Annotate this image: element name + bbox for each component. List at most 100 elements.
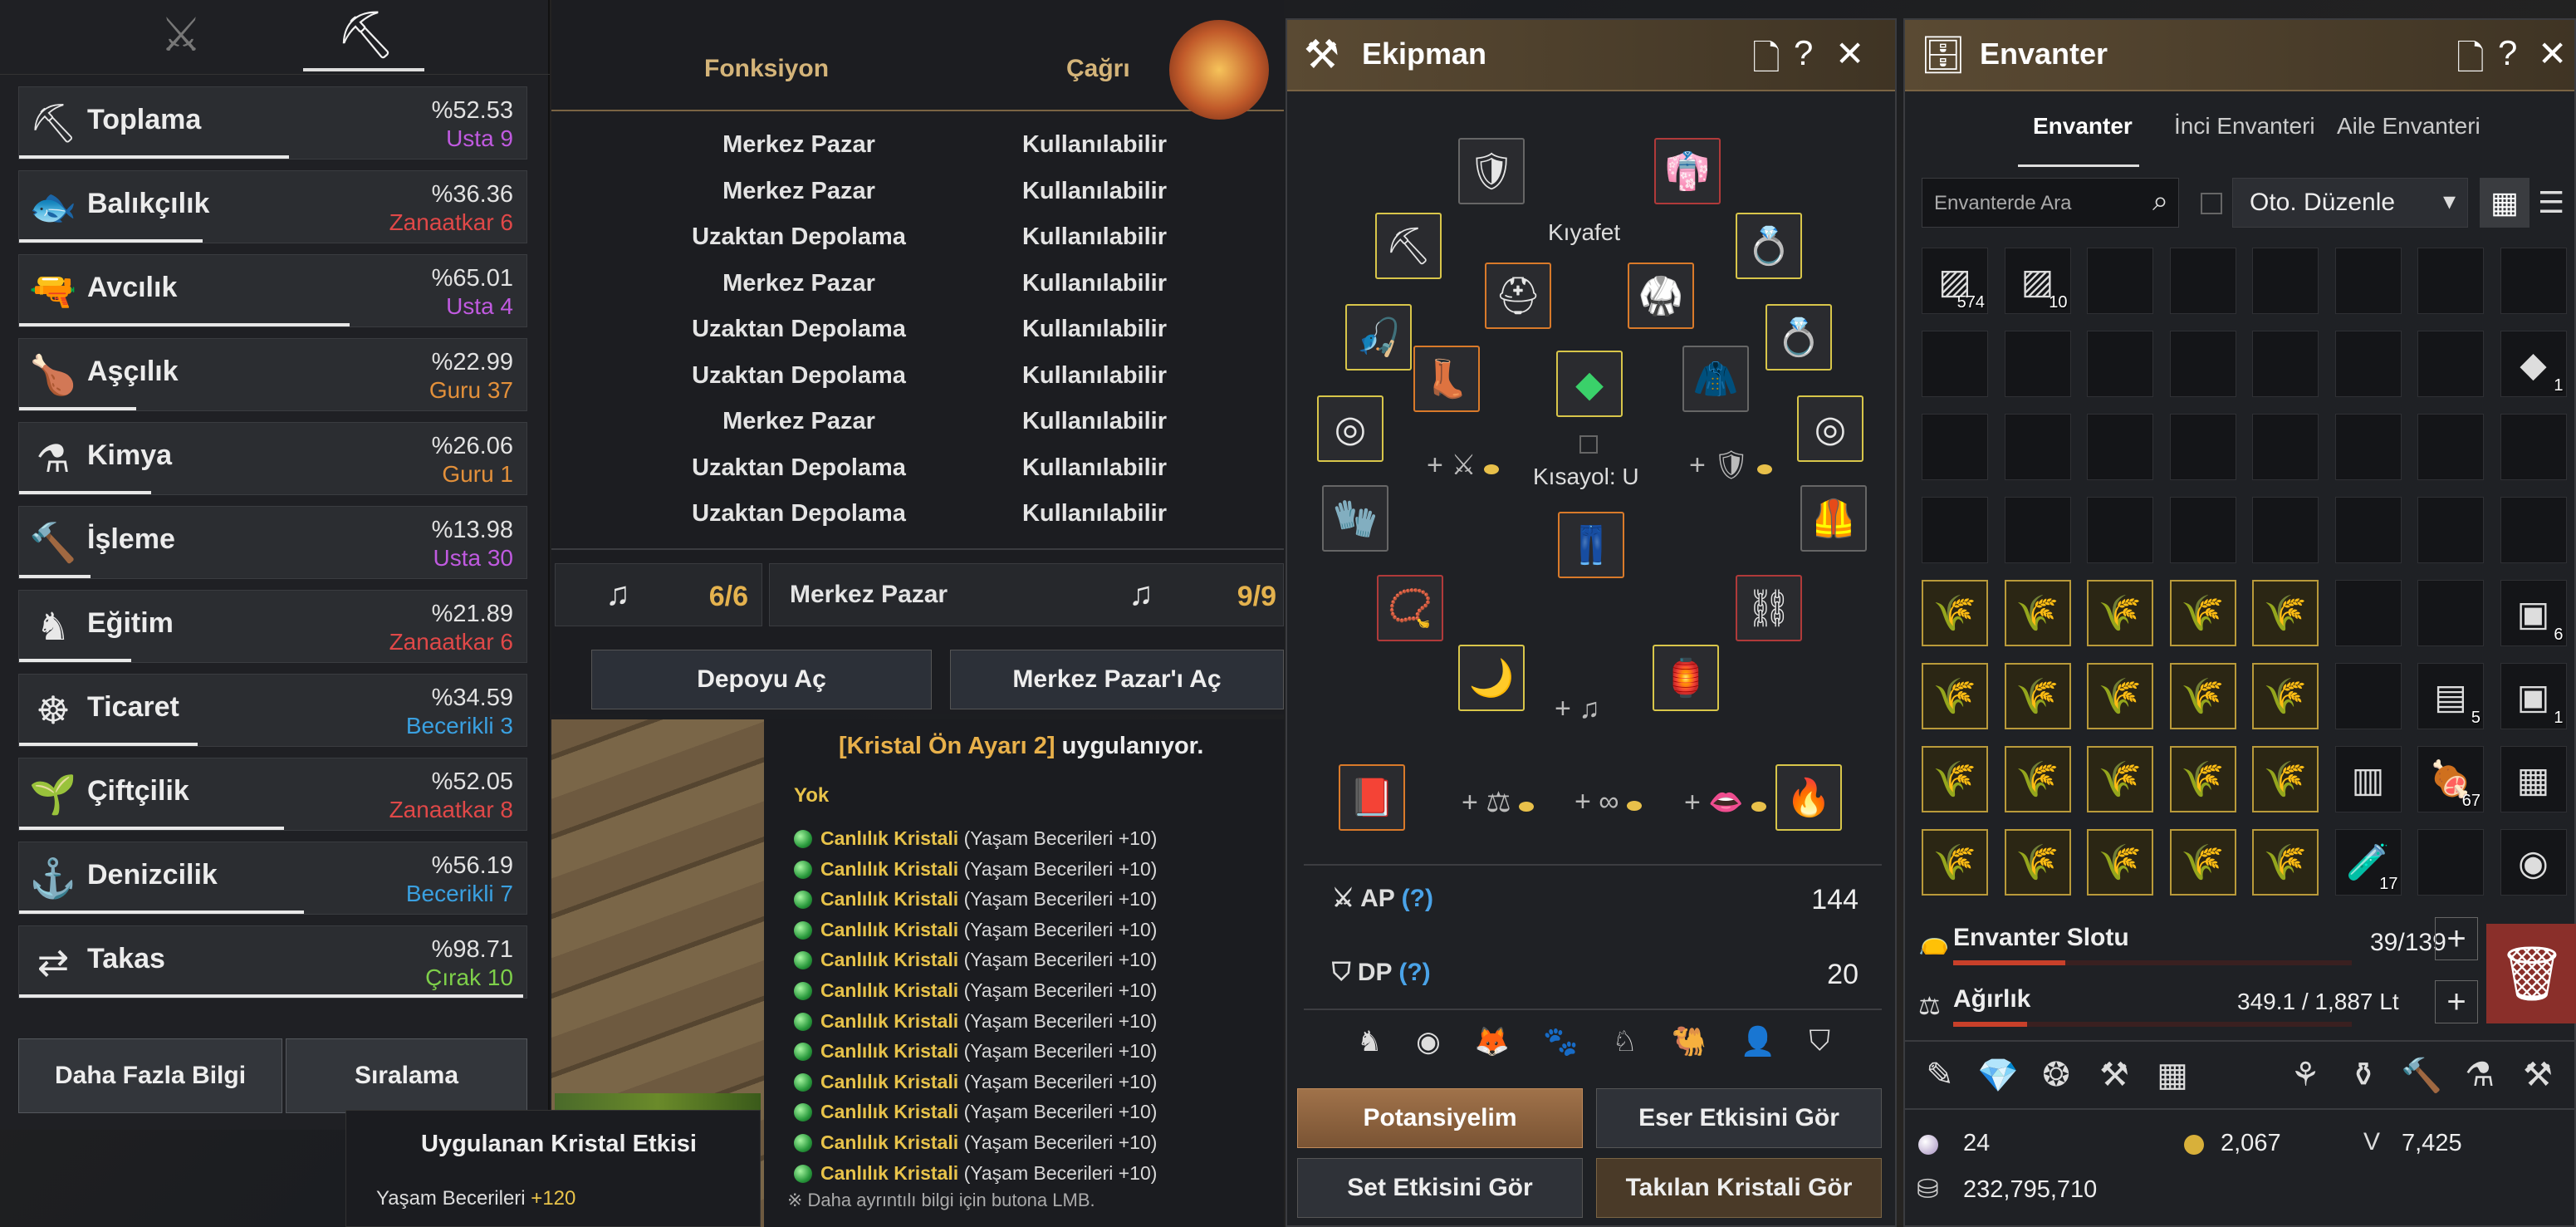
close-icon[interactable]: ✕	[1835, 33, 1864, 74]
ring2-slot[interactable]: 💍	[1765, 304, 1832, 371]
crossed-swords-icon[interactable]: ⚔	[156, 10, 206, 60]
hat-slot[interactable]: ⛑	[1485, 263, 1551, 329]
equipped-crystal-button[interactable]: Takılan Kristali Gör	[1596, 1158, 1882, 1218]
ap-help-link[interactable]: (?)	[1402, 885, 1433, 912]
horn-slot[interactable]: 🌙	[1458, 645, 1525, 711]
mask-filter-icon[interactable]: ◉	[1416, 1025, 1441, 1088]
belt-slot[interactable]: ⛓	[1736, 575, 1802, 641]
inventory-item[interactable]: ▣ 6	[2500, 580, 2567, 646]
armor-slot[interactable]: 🧥	[1682, 346, 1749, 412]
more-info-button[interactable]: Daha Fazla Bilgi	[18, 1038, 282, 1113]
inventory-item[interactable]: 🌾	[1922, 663, 1988, 729]
skill-row[interactable]: ⛏ Toplama %52.53 Usta 9	[18, 86, 527, 160]
rider-filter-icon[interactable]: ♘	[1612, 1025, 1637, 1088]
person-filter-icon[interactable]: 👤	[1741, 1025, 1775, 1088]
inventory-slot-empty[interactable]	[2334, 331, 2402, 397]
inventory-item[interactable]: 🌾	[2252, 580, 2319, 646]
inventory-slot-empty[interactable]	[2334, 663, 2402, 729]
inventory-slot-empty[interactable]	[1922, 414, 1988, 480]
inventory-item[interactable]: 🌾	[1922, 746, 1988, 812]
inventory-slot-empty[interactable]	[2334, 580, 2402, 646]
shield-filter-icon[interactable]: ⛉	[1810, 1025, 1831, 1088]
inventory-slot-empty[interactable]	[2417, 497, 2484, 563]
helmet-slot[interactable]: 🛡	[1458, 138, 1525, 204]
trash-icon[interactable]: 🗑	[2486, 924, 2576, 1023]
inventory-item[interactable]: 🌾	[2169, 829, 2236, 896]
inventory-slot-empty[interactable]	[2417, 331, 2484, 397]
set-effect-button[interactable]: Set Etkisini Gör	[1297, 1158, 1583, 1218]
expand-weight-button[interactable]: +	[2435, 980, 2478, 1023]
add-mask-slot-icon[interactable]: + 👄	[1684, 786, 1767, 819]
inventory-item[interactable]: ▥	[2334, 746, 2402, 812]
inventory-item[interactable]: ▣ 1	[2500, 663, 2567, 729]
function-row[interactable]: Uzaktan Depolama Kullanılabilir	[551, 444, 1284, 490]
inventory-item[interactable]: ▨ 10	[2004, 248, 2071, 314]
inventory-item[interactable]: 🌾	[2252, 663, 2319, 729]
document-icon[interactable]: 🗋	[2456, 33, 2485, 92]
inventory-item[interactable]: 🌾	[2087, 663, 2153, 729]
open-storage-button[interactable]: Depoyu Aç	[591, 650, 932, 709]
camel-filter-icon[interactable]: 🐫	[1672, 1025, 1707, 1088]
inventory-item[interactable]: 🌾	[2169, 663, 2236, 729]
music-slot-icon[interactable]: + ♫	[1555, 693, 1600, 725]
function-row[interactable]: Uzaktan Depolama Kullanılabilir	[551, 490, 1284, 536]
help-icon[interactable]: ?	[2498, 33, 2517, 73]
function-row[interactable]: Merkez Pazar Kullanılabilir	[551, 121, 1284, 167]
add-accessory-slot-icon[interactable]: + ⚖	[1462, 786, 1535, 819]
inventory-item[interactable]: 🌾	[2087, 746, 2153, 812]
gloves-slot[interactable]: 🧤	[1322, 485, 1388, 552]
function-row[interactable]: Uzaktan Depolama Kullanılabilir	[551, 352, 1284, 398]
alchemy-stone-slot[interactable]: 🔥	[1775, 764, 1842, 831]
inventory-item[interactable]: 🌾	[2169, 746, 2236, 812]
inventory-slot-empty[interactable]	[2087, 497, 2153, 563]
inventory-item[interactable]: 🌾	[2004, 746, 2071, 812]
inventory-item[interactable]: 🌾	[2004, 829, 2071, 896]
skill-row[interactable]: ♞ Eğitim %21.89 Zanaatkar 6	[18, 590, 527, 663]
inventory-slot-empty[interactable]	[2252, 248, 2319, 314]
inventory-search-box[interactable]: Envanterde Ara ⌕	[1922, 178, 2179, 228]
inventory-item[interactable]: 🌾	[2004, 663, 2071, 729]
ring-craft-icon[interactable]: ❂	[2030, 1048, 2083, 1102]
skill-row[interactable]: ⇄ Takas %98.71 Çırak 10	[18, 925, 527, 999]
inventory-item[interactable]: 🌾	[1922, 829, 1988, 896]
paw-filter-icon[interactable]: 🐾	[1543, 1025, 1578, 1088]
inventory-slot-empty[interactable]	[2417, 580, 2484, 646]
function-row[interactable]: Merkez Pazar Kullanılabilir	[551, 168, 1284, 213]
inventory-slot-empty[interactable]	[2169, 497, 2236, 563]
chest-slot[interactable]: 🦺	[1800, 485, 1867, 552]
inventory-slot-empty[interactable]	[2004, 331, 2071, 397]
costume-toggle-checkbox[interactable]	[1579, 435, 1598, 454]
inventory-slot-empty[interactable]	[2334, 248, 2402, 314]
costume-armor-slot[interactable]: 👘	[1654, 138, 1721, 204]
inventory-slot-empty[interactable]	[2004, 497, 2071, 563]
skill-row[interactable]: ⚓ Denizcilik %56.19 Becerikli 7	[18, 842, 527, 915]
lantern-slot[interactable]: 🏮	[1653, 645, 1719, 711]
inventory-item[interactable]: 🌾	[2087, 829, 2153, 896]
inventory-slot-empty[interactable]	[2252, 497, 2319, 563]
inventory-item[interactable]: 🌾	[2252, 829, 2319, 896]
inventory-slot-empty[interactable]	[2087, 414, 2153, 480]
knot-icon[interactable]: ⚘	[2279, 1048, 2332, 1102]
inventory-item[interactable]: ▦	[2500, 746, 2567, 812]
ranking-button[interactable]: Sıralama	[286, 1038, 527, 1113]
inventory-slot-empty[interactable]	[2169, 331, 2236, 397]
inventory-slot-empty[interactable]	[2500, 414, 2567, 480]
add-offhand-slot-icon[interactable]: + 🛡	[1689, 449, 1772, 482]
grid-craft-icon[interactable]: ▦	[2146, 1048, 2199, 1102]
earring-slot[interactable]: ◎	[1317, 395, 1383, 462]
search-input[interactable]: Envanterde Ara	[1934, 192, 2071, 215]
tools-icon[interactable]: ⚒	[2088, 1048, 2141, 1102]
inventory-slot-empty[interactable]	[2169, 248, 2236, 314]
event-badge-icon[interactable]	[1169, 20, 1269, 120]
function-row[interactable]: Merkez Pazar Kullanılabilir	[551, 398, 1284, 444]
inventory-slot-empty[interactable]	[2252, 414, 2319, 480]
skill-row[interactable]: 🔫 Avcılık %65.01 Usta 4	[18, 254, 527, 327]
skill-row[interactable]: ☸ Ticaret %34.59 Becerikli 3	[18, 674, 527, 747]
horse-filter-icon[interactable]: ♞	[1357, 1025, 1382, 1088]
pickaxe-icon[interactable]: ⛏	[336, 10, 395, 60]
inventory-slot-empty[interactable]	[2252, 331, 2319, 397]
skill-row[interactable]: ⚗ Kimya %26.06 Guru 1	[18, 422, 527, 495]
search-icon[interactable]: ⌕	[2152, 185, 2168, 218]
function-row[interactable]: Uzaktan Depolama Kullanılabilir	[551, 306, 1284, 351]
inventory-item[interactable]: 🌾	[2087, 580, 2153, 646]
